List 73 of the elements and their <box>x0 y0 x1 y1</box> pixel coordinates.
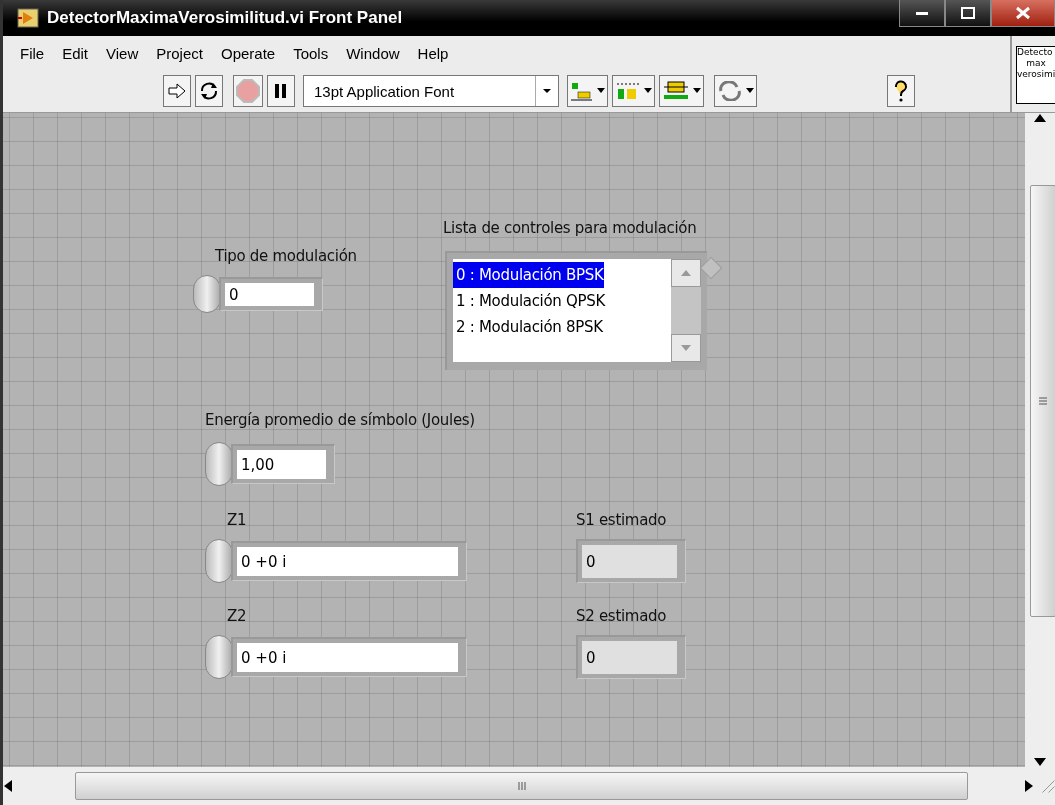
scroll-left-icon <box>3 779 13 793</box>
circular-arrows-icon <box>717 81 743 101</box>
run-button[interactable] <box>163 75 191 107</box>
maximize-button[interactable] <box>945 0 991 27</box>
minimize-icon <box>916 11 928 15</box>
pause-button[interactable] <box>267 75 295 107</box>
align-icon <box>570 81 594 101</box>
scroll-up-button[interactable] <box>671 259 701 287</box>
down-arrow-icon <box>680 344 692 352</box>
resize-objects-button[interactable] <box>659 75 704 107</box>
caret-icon <box>746 88 754 94</box>
increment-decrement-arrows[interactable] <box>205 635 233 679</box>
caret-icon <box>693 88 701 94</box>
minimize-button[interactable] <box>899 0 945 27</box>
numeric-field[interactable]: 0 +0 i <box>237 643 458 672</box>
resize-grip-icon <box>1042 779 1055 793</box>
maximize-icon <box>960 7 976 19</box>
menu-item[interactable]: Project <box>147 44 212 62</box>
resize-icon <box>662 81 690 101</box>
caret-icon <box>542 88 552 94</box>
scroll-up-icon <box>1033 113 1047 123</box>
grip-icon <box>516 781 527 791</box>
caret-icon <box>597 88 605 94</box>
help-button[interactable] <box>887 75 915 107</box>
vertical-scroll-thumb[interactable] <box>1030 185 1055 617</box>
numeric-field[interactable]: 1,00 <box>237 450 326 479</box>
vi-icon: Detecto max verosimi <box>1016 46 1055 104</box>
reorder-button[interactable] <box>714 75 757 107</box>
font-dropdown[interactable]: 13pt Application Font <box>303 75 559 107</box>
control-label: S1 estimado <box>576 511 667 529</box>
close-icon <box>1015 6 1031 20</box>
increment-decrement-arrows[interactable] <box>205 539 233 583</box>
close-button[interactable] <box>991 0 1055 27</box>
menu-item[interactable]: Window <box>337 44 409 62</box>
control-label: Tipo de modulación <box>215 247 357 265</box>
arrow-icon <box>167 82 187 100</box>
list-item[interactable]: 2 : Modulación 8PSK <box>453 314 603 340</box>
increment-decrement-arrows[interactable] <box>205 442 233 486</box>
up-arrow-icon <box>680 269 692 277</box>
menu-item[interactable]: Help <box>408 44 458 62</box>
scroll-down-button[interactable] <box>671 334 701 362</box>
window-title: DetectorMaximaVerosimilitud.vi Front Panel <box>47 8 403 28</box>
labview-icon <box>17 8 39 28</box>
control-label: Lista de controles para modulación <box>443 219 697 237</box>
increment-decrement-arrows[interactable] <box>193 275 221 313</box>
scroll-right-icon <box>1024 779 1034 793</box>
pause-icon <box>273 83 289 99</box>
circular-arrows-icon <box>198 80 220 102</box>
distribute-objects-button[interactable] <box>612 75 655 107</box>
control-label: Z1 <box>227 511 247 529</box>
grip-icon <box>1038 396 1048 406</box>
menu-item[interactable]: Tools <box>284 44 338 62</box>
list-item[interactable]: 1 : Modulación QPSK <box>453 288 606 314</box>
numeric-field[interactable]: 0 +0 i <box>237 547 458 576</box>
help-icon <box>892 79 910 103</box>
control-label: Z2 <box>227 607 247 625</box>
control-label: S2 estimado <box>576 607 667 625</box>
run-continuously-button[interactable] <box>195 75 223 107</box>
menu-item[interactable]: View <box>97 44 148 62</box>
indicator-value: 0 <box>582 641 677 674</box>
numeric-field[interactable]: 0 <box>225 283 314 306</box>
list-item[interactable]: 0 : Modulación BPSK <box>453 262 604 288</box>
horizontal-scroll-thumb[interactable] <box>75 772 968 800</box>
abort-button[interactable] <box>233 75 263 107</box>
menu-item[interactable]: Operate <box>211 44 285 62</box>
indicator-value: 0 <box>582 545 677 578</box>
distribute-icon <box>615 81 641 101</box>
align-objects-button[interactable] <box>567 75 608 107</box>
stop-icon <box>236 79 260 103</box>
menu-item[interactable]: File <box>11 44 54 62</box>
caret-icon <box>644 88 652 94</box>
control-label: Energía promedio de símbolo (Joules) <box>205 411 475 429</box>
menu-item[interactable]: Edit <box>53 44 98 62</box>
